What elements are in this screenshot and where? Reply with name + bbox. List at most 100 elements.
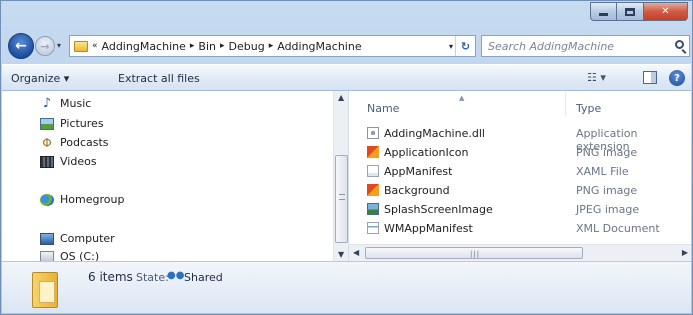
item-count: 6 items bbox=[88, 270, 133, 284]
state-value: Shared bbox=[184, 271, 223, 284]
forward-arrow-icon: → bbox=[40, 39, 50, 53]
file-name: AddingMachine.dll bbox=[384, 126, 485, 140]
address-bar[interactable]: « AddingMachine ▸ Bin ▸ Debug ▸ AddingMa… bbox=[69, 35, 476, 57]
maximize-button[interactable] bbox=[617, 2, 644, 21]
nav-item-os-drive[interactable]: OS (C:) bbox=[40, 250, 99, 261]
recent-pages-dropdown[interactable]: ▾ bbox=[57, 41, 61, 50]
file-row[interactable]: AppManifest bbox=[367, 163, 452, 179]
file-name: AppManifest bbox=[384, 164, 453, 178]
state-label: State: bbox=[136, 271, 169, 284]
nav-item-music[interactable]: ♪ Music bbox=[40, 95, 92, 111]
scroll-thumb[interactable]: ||| bbox=[365, 247, 583, 259]
scroll-right-arrow-icon[interactable]: ▶ bbox=[682, 248, 688, 257]
file-name: Background bbox=[384, 183, 450, 197]
back-arrow-icon: ← bbox=[15, 38, 27, 54]
command-bar: Organize ▾ Extract all files ☷ ▾ ? bbox=[2, 64, 691, 91]
overflow-chevron[interactable]: « bbox=[92, 41, 98, 51]
details-pane: 6 items State: ●● Shared bbox=[2, 261, 691, 313]
pictures-icon bbox=[40, 117, 54, 130]
navigation-pane-scrollbar[interactable]: ▲ ▼ bbox=[333, 91, 348, 261]
change-view-button[interactable]: ☷ ▾ bbox=[587, 71, 606, 84]
file-row[interactable]: WMAppManifest bbox=[367, 220, 473, 236]
file-row[interactable]: SplashScreenImage bbox=[367, 201, 493, 217]
homegroup-icon bbox=[40, 193, 54, 206]
search-box[interactable]: Search AddingMachine bbox=[481, 35, 690, 57]
extract-all-files-button[interactable]: Extract all files bbox=[118, 72, 200, 85]
sort-ascending-icon: ▲ bbox=[459, 94, 465, 102]
zipped-folder-icon bbox=[32, 272, 58, 308]
nav-item-label: OS (C:) bbox=[60, 250, 100, 261]
nav-item-label: Pictures bbox=[60, 117, 104, 130]
breadcrumb-addingmachine[interactable]: AddingMachine bbox=[102, 40, 186, 53]
breadcrumb-separator[interactable]: ▸ bbox=[190, 41, 195, 51]
back-button[interactable]: ← bbox=[8, 33, 34, 59]
computer-icon bbox=[40, 232, 54, 245]
jpeg-file-icon bbox=[367, 203, 379, 215]
png-file-icon bbox=[367, 146, 379, 158]
file-type: JPEG image bbox=[576, 203, 640, 216]
column-divider[interactable] bbox=[565, 93, 566, 115]
breadcrumb-separator[interactable]: ▸ bbox=[220, 41, 225, 51]
nav-item-pictures[interactable]: Pictures bbox=[40, 117, 104, 130]
close-button[interactable]: ✕ bbox=[644, 2, 688, 21]
scroll-grip-icon: ||| bbox=[470, 250, 481, 258]
breadcrumb-addingmachine-current[interactable]: AddingMachine bbox=[277, 40, 361, 53]
close-icon: ✕ bbox=[661, 6, 670, 17]
xaml-file-icon bbox=[367, 165, 379, 177]
explorer-window: ✕ ← → ▾ « AddingMachine ▸ Bin ▸ Debug ▸ … bbox=[0, 0, 693, 315]
file-type: PNG image bbox=[576, 184, 638, 197]
podcasts-icon: Φ bbox=[42, 135, 52, 150]
nav-item-homegroup[interactable]: Homegroup bbox=[40, 193, 124, 206]
nav-item-label: Podcasts bbox=[60, 136, 109, 149]
folder-icon bbox=[74, 40, 88, 52]
xml-file-icon bbox=[367, 222, 379, 234]
drive-icon bbox=[40, 250, 54, 261]
png-file-icon bbox=[367, 184, 379, 196]
file-type: XML Document bbox=[576, 222, 660, 235]
nav-item-label: Music bbox=[60, 97, 92, 110]
navigation-row: ← → ▾ « AddingMachine ▸ Bin ▸ Debug ▸ Ad… bbox=[5, 32, 690, 60]
organize-button[interactable]: Organize ▾ bbox=[11, 72, 69, 85]
file-row[interactable]: Background bbox=[367, 182, 450, 198]
file-list-pane: ▲ Name Type AddingMachine.dll Applicatio… bbox=[349, 91, 691, 261]
breadcrumb-separator[interactable]: ▸ bbox=[269, 41, 274, 51]
maximize-icon bbox=[625, 7, 635, 16]
file-name: ApplicationIcon bbox=[384, 145, 469, 159]
scroll-grip-icon bbox=[339, 194, 345, 200]
file-row[interactable]: ApplicationIcon bbox=[367, 144, 468, 160]
videos-icon bbox=[40, 155, 54, 168]
nav-item-computer[interactable]: Computer bbox=[40, 232, 115, 245]
nav-item-videos[interactable]: Videos bbox=[40, 155, 97, 168]
file-type: XAML File bbox=[576, 165, 629, 178]
nav-item-label: Videos bbox=[60, 155, 97, 168]
file-list-horizontal-scrollbar[interactable]: ◀ ||| ▶ bbox=[349, 244, 691, 261]
minimize-button[interactable] bbox=[590, 2, 617, 21]
dll-file-icon bbox=[367, 127, 379, 139]
preview-pane-icon[interactable] bbox=[643, 71, 657, 84]
search-icon[interactable] bbox=[675, 40, 684, 49]
nav-item-podcasts[interactable]: Φ Podcasts bbox=[40, 135, 109, 150]
column-header-type[interactable]: Type bbox=[576, 102, 601, 115]
file-name: SplashScreenImage bbox=[384, 202, 493, 216]
nav-item-label: Computer bbox=[60, 232, 115, 245]
shared-users-icon: ●● bbox=[167, 270, 185, 281]
navigation-pane: ♪ Music Pictures Φ Podcasts Videos Homeg… bbox=[2, 91, 348, 261]
scroll-down-arrow-icon[interactable]: ▼ bbox=[338, 250, 344, 259]
music-icon: ♪ bbox=[42, 95, 52, 111]
file-row[interactable]: AddingMachine.dll bbox=[367, 125, 485, 141]
caption-buttons: ✕ bbox=[590, 2, 688, 21]
address-dropdown-icon[interactable]: ▾ bbox=[449, 42, 453, 51]
scroll-left-arrow-icon[interactable]: ◀ bbox=[353, 248, 359, 257]
breadcrumb-debug[interactable]: Debug bbox=[229, 40, 265, 53]
refresh-button[interactable]: ↻ bbox=[455, 36, 475, 56]
forward-button[interactable]: → bbox=[35, 36, 55, 56]
scroll-thumb[interactable] bbox=[335, 155, 348, 243]
file-type: PNG image bbox=[576, 146, 638, 159]
breadcrumb-bin[interactable]: Bin bbox=[198, 40, 216, 53]
help-icon[interactable]: ? bbox=[669, 70, 685, 86]
scroll-up-arrow-icon[interactable]: ▲ bbox=[338, 93, 344, 102]
column-header-name[interactable]: Name bbox=[367, 102, 399, 115]
minimize-icon bbox=[599, 13, 608, 16]
refresh-icon: ↻ bbox=[460, 39, 471, 53]
search-input[interactable]: Search AddingMachine bbox=[488, 40, 614, 53]
